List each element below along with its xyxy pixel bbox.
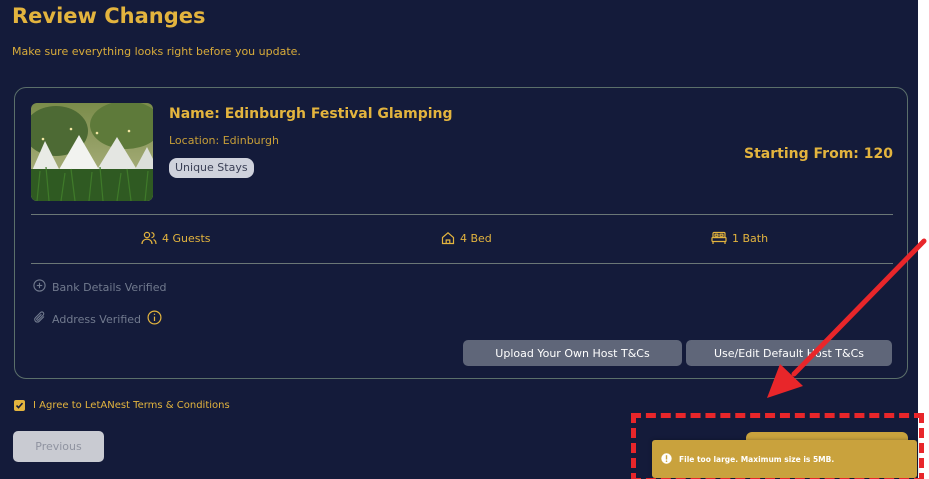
address-verification: Address Verified	[33, 310, 162, 328]
users-icon	[141, 231, 157, 245]
plus-circle-icon	[33, 279, 46, 295]
guests-label: 4 Guests	[162, 231, 211, 245]
annotation-highlight-box	[631, 413, 924, 479]
page-title: Review Changes	[12, 4, 206, 28]
terms-label: I Agree to LetANest Terms & Conditions	[33, 400, 230, 411]
listing-location: Location: Edinburgh	[169, 134, 279, 147]
category-badge: Unique Stays	[169, 158, 254, 178]
review-changes-page: Review Changes Make sure everything look…	[0, 0, 918, 479]
divider	[31, 263, 893, 264]
window-edge	[918, 0, 929, 479]
bank-verified-label: Bank Details Verified	[52, 280, 167, 294]
address-verified-label: Address Verified	[52, 312, 141, 326]
guests-stat: 4 Guests	[141, 231, 211, 245]
home-icon	[441, 231, 455, 245]
listing-photo	[31, 103, 153, 201]
listing-card: Name: Edinburgh Festival Glamping Locati…	[14, 87, 908, 379]
terms-agreement[interactable]: I Agree to LetANest Terms & Conditions	[14, 400, 230, 411]
default-host-tcs-button[interactable]: Use/Edit Default Host T&Cs	[686, 340, 892, 366]
beds-label: 4 Bed	[460, 231, 492, 245]
info-icon[interactable]	[147, 310, 162, 328]
bed-icon	[711, 231, 727, 245]
bank-verification: Bank Details Verified	[33, 279, 166, 295]
listing-name: Name: Edinburgh Festival Glamping	[169, 106, 453, 122]
paperclip-icon	[33, 311, 46, 327]
baths-label: 1 Bath	[732, 231, 769, 245]
beds-stat: 4 Bed	[441, 231, 492, 245]
terms-checkbox[interactable]	[14, 400, 25, 411]
starting-price: Starting From: 120	[744, 146, 893, 162]
previous-button[interactable]: Previous	[13, 431, 104, 462]
upload-host-tcs-button[interactable]: Upload Your Own Host T&Cs	[463, 340, 682, 366]
page-subtitle: Make sure everything looks right before …	[12, 45, 301, 58]
baths-stat: 1 Bath	[711, 231, 768, 245]
divider	[31, 214, 893, 215]
